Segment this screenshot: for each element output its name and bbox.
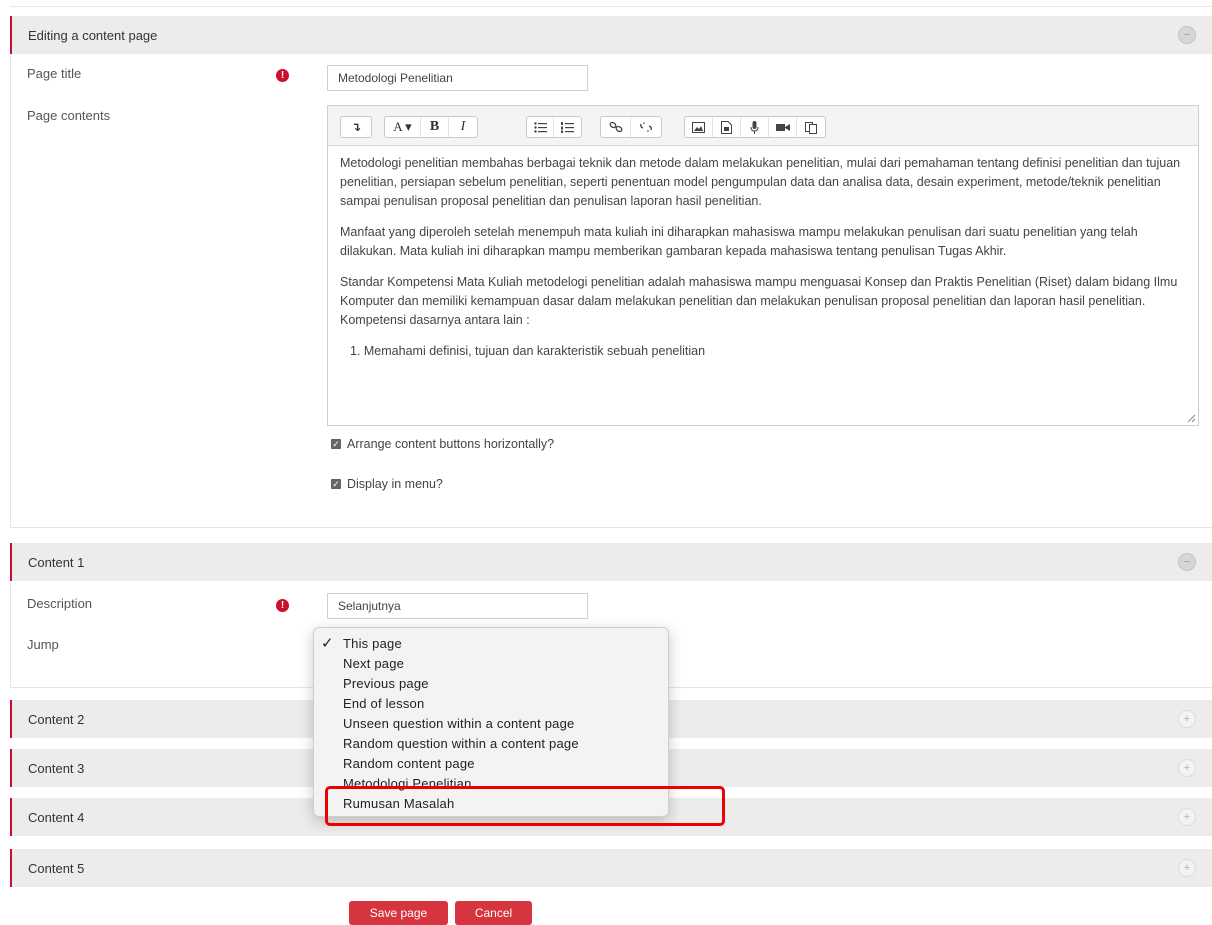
- description-label: Description: [27, 596, 93, 611]
- checkbox-checked-icon[interactable]: ✓: [331, 479, 341, 489]
- jump-option-random-question[interactable]: Random question within a content page: [314, 734, 668, 754]
- link-icon[interactable]: [601, 117, 631, 137]
- collapse-icon[interactable]: −: [1178, 26, 1196, 44]
- toolbar-toggle-button[interactable]: ↴: [341, 117, 371, 137]
- editor-content[interactable]: Metodologi penelitian membahas berbagai …: [340, 154, 1190, 361]
- jump-option-previous-page[interactable]: Previous page: [314, 674, 668, 694]
- paste-icon[interactable]: [797, 117, 825, 137]
- checkmark-icon: ✓: [321, 635, 334, 652]
- jump-label: Jump: [27, 637, 59, 652]
- jump-option-end-of-lesson[interactable]: End of lesson: [314, 694, 668, 714]
- editor-toolbar: ↴ A ▾ B I: [328, 106, 1198, 146]
- description-input[interactable]: Selanjutnya: [327, 593, 588, 619]
- save-page-button[interactable]: Save page: [349, 901, 448, 925]
- rich-text-editor[interactable]: ↴ A ▾ B I Metodologi penelitian membahas…: [327, 105, 1199, 426]
- section-title: Content 3: [28, 760, 85, 776]
- jump-option-rumusan-masalah[interactable]: Rumusan Masalah: [314, 794, 668, 814]
- page-title-label: Page title: [27, 66, 82, 81]
- section-header-editing[interactable]: Editing a content page −: [10, 16, 1212, 54]
- video-camera-icon[interactable]: [769, 117, 797, 137]
- expand-icon[interactable]: +: [1178, 859, 1196, 877]
- unlink-icon[interactable]: [631, 117, 661, 137]
- arrange-horizontally-checkbox[interactable]: ✓ Arrange content buttons horizontally?: [331, 437, 554, 451]
- editor-paragraph: Standar Kompetensi Mata Kuliah metodelog…: [340, 275, 1178, 327]
- section-header-content-1[interactable]: Content 1 −: [10, 543, 1212, 581]
- expand-icon[interactable]: +: [1178, 759, 1196, 777]
- section-title: Editing a content page: [28, 27, 158, 43]
- section-title: Content 5: [28, 860, 85, 876]
- jump-option-this-page[interactable]: ✓ This page: [314, 634, 668, 654]
- expand-icon[interactable]: +: [1178, 710, 1196, 728]
- numbered-list-icon[interactable]: [554, 117, 581, 137]
- top-divider: [10, 6, 1212, 7]
- checkbox-label: Display in menu?: [347, 477, 443, 491]
- page-title-input[interactable]: Metodologi Penelitian: [327, 65, 588, 91]
- section-title: Content 1: [28, 554, 85, 570]
- editor-paragraph: Manfaat yang diperoleh setelah menempuh …: [340, 225, 1138, 258]
- required-icon: !: [276, 599, 289, 612]
- checkbox-checked-icon[interactable]: ✓: [331, 439, 341, 449]
- page-contents-label: Page contents: [27, 108, 111, 123]
- cancel-button[interactable]: Cancel: [455, 901, 532, 925]
- image-icon[interactable]: [685, 117, 713, 137]
- font-style-button[interactable]: A ▾: [385, 117, 421, 137]
- jump-dropdown-menu[interactable]: ✓ This page Next page Previous page End …: [313, 627, 669, 817]
- checkbox-label: Arrange content buttons horizontally?: [347, 437, 555, 451]
- expand-icon[interactable]: +: [1178, 808, 1196, 826]
- display-in-menu-checkbox[interactable]: ✓ Display in menu?: [331, 477, 443, 491]
- editor-list-item: 1. Memahami definisi, tujuan dan karakte…: [350, 344, 706, 358]
- media-file-icon[interactable]: [713, 117, 741, 137]
- jump-option-next-page[interactable]: Next page: [314, 654, 668, 674]
- jump-option-unseen-question[interactable]: Unseen question within a content page: [314, 714, 668, 734]
- section-header-content-5[interactable]: Content 5 +: [10, 849, 1212, 887]
- required-icon: !: [276, 69, 289, 82]
- collapse-icon[interactable]: −: [1178, 553, 1196, 571]
- editor-paragraph: Metodologi penelitian membahas berbagai …: [340, 156, 1181, 208]
- resize-handle-icon[interactable]: [1186, 413, 1196, 423]
- bullet-list-icon[interactable]: [527, 117, 554, 137]
- section-title: Content 4: [28, 809, 85, 825]
- bold-button[interactable]: B: [421, 117, 449, 137]
- italic-button[interactable]: I: [449, 117, 477, 137]
- jump-option-metodologi-penelitian[interactable]: Metodologi Penelitian: [314, 774, 668, 794]
- microphone-icon[interactable]: [741, 117, 769, 137]
- section-title: Content 2: [28, 711, 85, 727]
- jump-option-random-content-page[interactable]: Random content page: [314, 754, 668, 774]
